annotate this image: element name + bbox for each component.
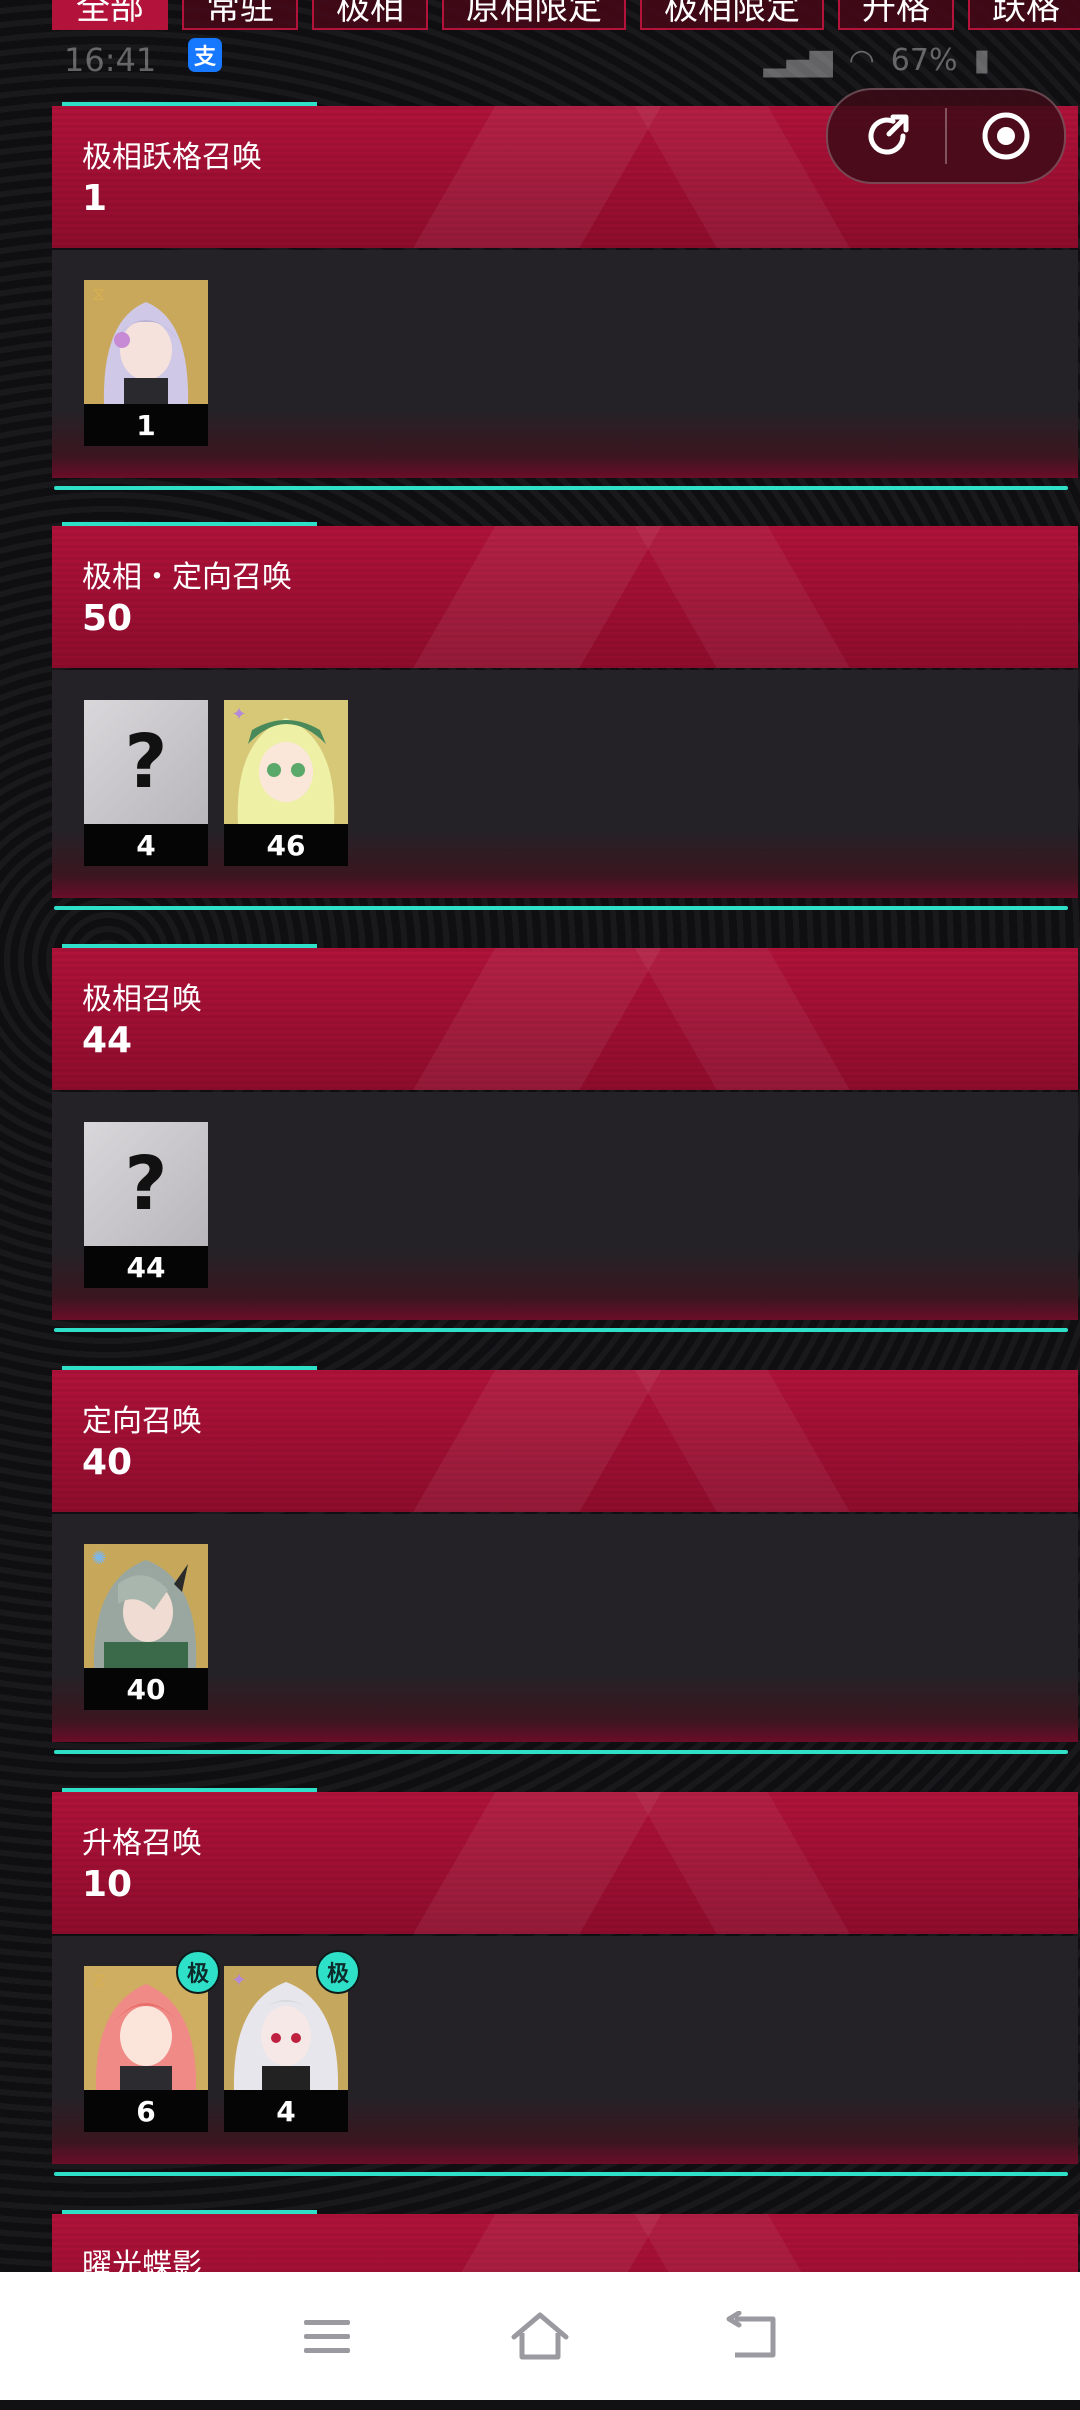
home-button[interactable]: [500, 2296, 580, 2376]
tab-label: 原相限定: [466, 0, 602, 28]
question-mark-icon: ?: [124, 719, 168, 805]
card-title: 定向召唤: [82, 1404, 202, 1439]
item-count: 6: [84, 2090, 208, 2132]
card-bottom-line: [54, 906, 1068, 910]
character-item[interactable]: ⧖ 1: [84, 280, 208, 446]
battery-text: 67%: [890, 42, 958, 78]
tab-leap[interactable]: 跃格: [968, 0, 1080, 30]
home-icon: [511, 2312, 569, 2360]
share-icon: [868, 114, 908, 155]
character-portrait: ✦: [224, 700, 348, 824]
close-button[interactable]: [947, 90, 1064, 182]
extreme-badge: 极: [316, 1950, 360, 1994]
item-count: 46: [224, 824, 348, 866]
card-body: ⧖ 1: [52, 250, 1078, 478]
card-bottom-line: [54, 486, 1068, 490]
rank-icon: ✦: [231, 704, 247, 725]
summon-card: 极相・定向召唤 50 ? 4 ✦ 46: [52, 522, 1078, 922]
character-item[interactable]: ? 4: [84, 700, 208, 866]
tab-label: 升格: [862, 0, 930, 28]
share-button[interactable]: [828, 90, 945, 182]
card-header[interactable]: 极相・定向召唤 50: [52, 526, 1078, 668]
tab-label: 跃格: [992, 0, 1060, 28]
card-bottom-line: [54, 1328, 1068, 1332]
tab-origin-limited[interactable]: 原相限定: [442, 0, 626, 30]
tab-all[interactable]: 全部: [52, 0, 168, 30]
wifi-icon: ◠: [848, 42, 875, 78]
summon-card: 升格召唤 10 ⧖ 极 6 ✦ 极 4: [52, 1788, 1078, 2188]
status-indicators: ▂▄▆ ◠ 67% ▮: [763, 43, 990, 78]
item-count: 4: [84, 824, 208, 866]
item-count: 1: [84, 404, 208, 446]
tab-standard[interactable]: 常驻: [182, 0, 298, 30]
character-portrait: ⧖: [84, 280, 208, 404]
card-bottom-line: [54, 2172, 1068, 2176]
card-header[interactable]: 定向召唤 40: [52, 1370, 1078, 1512]
tab-label: 极相: [336, 0, 404, 28]
card-body: ? 4 ✦ 46: [52, 670, 1078, 898]
character-item[interactable]: ⧖ 极 6: [84, 1950, 220, 2132]
tab-label: 常驻: [206, 0, 274, 28]
card-count: 10: [82, 1864, 133, 1905]
item-count: 4: [224, 2090, 348, 2132]
card-count: 40: [82, 1442, 133, 1483]
question-mark-icon: ?: [124, 1141, 168, 1227]
battery-icon: ▮: [973, 42, 990, 78]
character-item[interactable]: ✦ 极 4: [224, 1950, 360, 2132]
menu-button[interactable]: [287, 2296, 367, 2376]
tab-label: 极相限定: [664, 0, 800, 28]
back-icon: [726, 2311, 776, 2358]
tab-extreme-limited[interactable]: 极相限定: [640, 0, 824, 30]
card-body: ⧖ 极 6 ✦ 极 4: [52, 1936, 1078, 2164]
character-portrait: ✺: [84, 1544, 208, 1668]
card-title: 极相・定向召唤: [82, 560, 292, 595]
miniprogram-capsule: [826, 88, 1066, 184]
alipay-icon: 支: [172, 38, 222, 72]
summon-card: 定向召唤 40 ✺ 40: [52, 1366, 1078, 1766]
back-button[interactable]: [713, 2296, 793, 2376]
rank-icon: ✺: [91, 1548, 107, 1569]
card-bottom-line: [54, 1750, 1068, 1754]
card-header[interactable]: 升格召唤 10: [52, 1792, 1078, 1934]
card-header[interactable]: 极相召唤 44: [52, 948, 1078, 1090]
signal-icon: ▂▄▆: [763, 42, 833, 78]
tab-extreme[interactable]: 极相: [312, 0, 428, 30]
summon-card: 极相召唤 44 ? 44: [52, 944, 1078, 1344]
item-count: 44: [84, 1246, 208, 1288]
character-item[interactable]: ? 44: [84, 1122, 208, 1288]
filter-tabs: 全部 常驻 极相 原相限定 极相限定 升格 跃格: [52, 0, 1080, 32]
rank-icon: ⧖: [92, 1970, 106, 1991]
card-count: 50: [82, 598, 133, 639]
menu-icon: [303, 2320, 350, 2353]
item-count: 40: [84, 1668, 208, 1710]
card-title: 极相跃格召唤: [82, 140, 262, 175]
card-body: ✺ 40: [52, 1514, 1078, 1742]
character-item[interactable]: ✦ 46: [224, 700, 348, 866]
card-title: 升格召唤: [82, 1826, 202, 1861]
record-circle-icon: [982, 112, 1029, 160]
rank-icon: ⧖: [92, 284, 106, 305]
unknown-portrait: ?: [84, 1122, 208, 1246]
rank-icon: ✦: [231, 1970, 247, 1991]
card-body: ? 44: [52, 1092, 1078, 1320]
card-count: 1: [82, 178, 108, 219]
card-count: 44: [82, 1020, 133, 1061]
extreme-badge: 极: [176, 1950, 220, 1994]
tab-label: 全部: [76, 0, 144, 28]
system-nav-bar: [0, 2272, 1080, 2400]
card-title: 极相召唤: [82, 982, 202, 1017]
status-time: 16:41: [64, 41, 157, 79]
alipay-icon-label: 支: [193, 45, 216, 70]
character-item[interactable]: ✺ 40: [84, 1544, 208, 1710]
unknown-portrait: ?: [84, 700, 208, 824]
tab-ascend[interactable]: 升格: [838, 0, 954, 30]
